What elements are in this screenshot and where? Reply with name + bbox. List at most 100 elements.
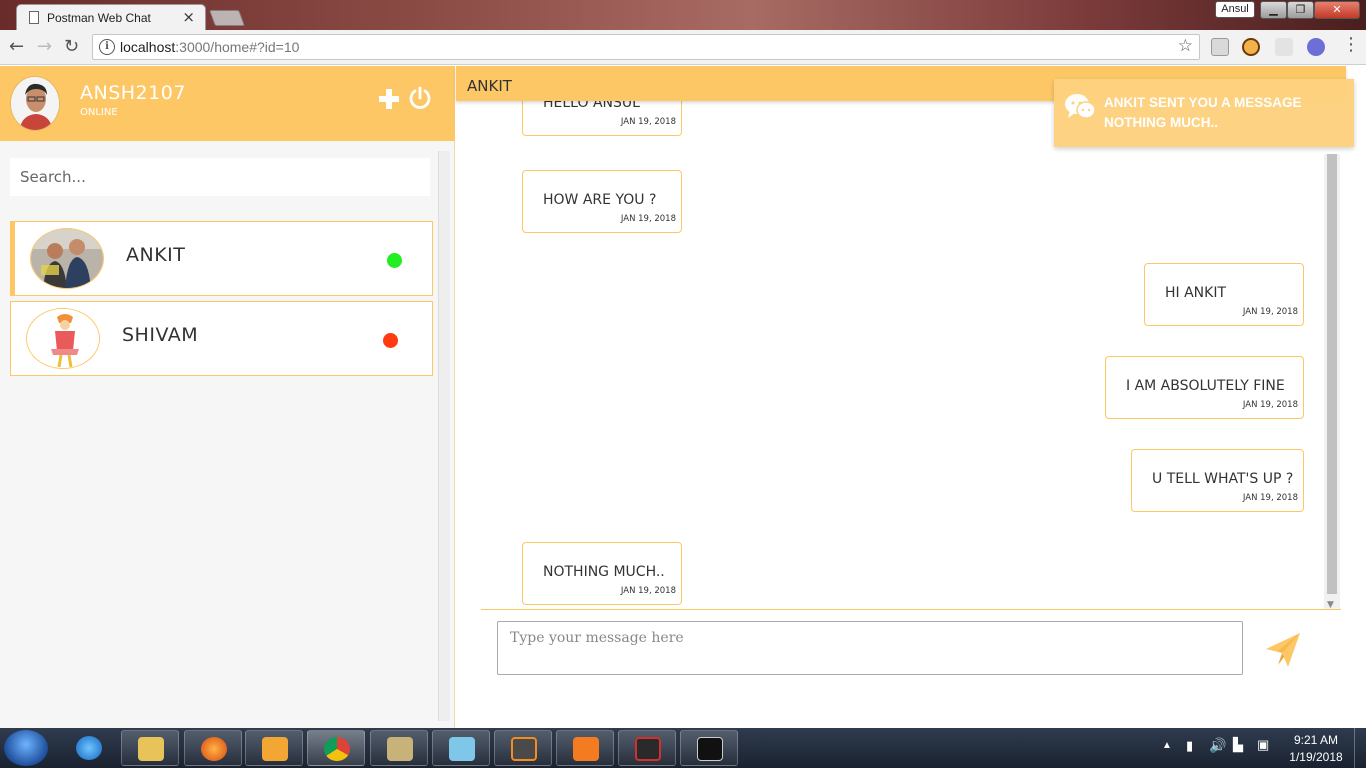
info-icon[interactable]: i: [99, 39, 115, 55]
contact-name: SHIVAM: [122, 324, 199, 346]
message-text: HOW ARE YOU ?: [543, 192, 657, 208]
message-time: JAN 19, 2018: [1242, 493, 1298, 503]
volume-icon[interactable]: 🔊: [1209, 737, 1226, 754]
message-input[interactable]: [497, 621, 1243, 675]
message-bubble-received: NOTHING MUCH.. JAN 19, 2018: [522, 542, 682, 605]
contact-item-ankit[interactable]: ANKIT: [10, 221, 433, 296]
new-tab-button[interactable]: [209, 10, 245, 26]
chat-scrollbar-thumb[interactable]: [1327, 154, 1337, 594]
plus-icon[interactable]: [378, 88, 400, 110]
extension-tray-icon[interactable]: [1211, 38, 1229, 56]
taskbar-chrome[interactable]: [307, 730, 365, 766]
url-path: :3000/home#?id=10: [175, 39, 300, 55]
message-time: JAN 19, 2018: [1242, 400, 1298, 410]
notes-icon: [449, 737, 475, 761]
search-input[interactable]: [10, 158, 430, 196]
message-text: U TELL WHAT'S UP ?: [1152, 471, 1294, 487]
online-status-dot: [387, 253, 402, 268]
message-time: JAN 19, 2018: [1242, 307, 1298, 317]
taskbar-cmd[interactable]: [680, 730, 738, 766]
clock-time[interactable]: 9:21 AM: [1286, 733, 1346, 747]
notification-body: NOTHING MUCH..: [1104, 115, 1218, 130]
profile-username: ANSH2107: [80, 82, 186, 104]
back-arrow-icon[interactable]: ←: [9, 36, 24, 57]
message-time: JAN 19, 2018: [620, 586, 676, 596]
tray-device-icon[interactable]: ▮: [1186, 738, 1193, 754]
network-icon[interactable]: ▙: [1233, 737, 1243, 753]
internet-explorer-icon: [76, 736, 102, 760]
bookmark-star-icon[interactable]: ☆: [1178, 36, 1193, 56]
show-desktop-button[interactable]: [1354, 728, 1366, 768]
chat-panel: ANKIT HELLO ANSUL JAN 19, 2018 HOW ARE Y…: [456, 66, 1366, 728]
media-player-icon: [262, 737, 288, 761]
contact-name: ANKIT: [126, 244, 186, 266]
folder-icon: [138, 737, 164, 761]
profile-status: ONLINE: [80, 107, 118, 118]
message-bubble-sent: I AM ABSOLUTELY FINE JAN 19, 2018: [1105, 356, 1304, 419]
message-text: NOTHING MUCH..: [543, 564, 665, 580]
chat-header-name: ANKIT: [467, 77, 512, 95]
xampp-icon: [573, 737, 599, 761]
message-bubble-sent: U TELL WHAT'S UP ? JAN 19, 2018: [1131, 449, 1304, 512]
profile-header: ANSH2107 ONLINE: [0, 66, 455, 141]
taskbar-media-player[interactable]: [245, 730, 303, 766]
message-notification[interactable]: ANKIT SENT YOU A MESSAGE NOTHING MUCH..: [1054, 79, 1354, 147]
start-button[interactable]: [4, 730, 48, 766]
browser-tab[interactable]: Postman Web Chat ×: [16, 4, 206, 31]
message-text: HI ANKIT: [1165, 285, 1227, 301]
paint-icon: [387, 737, 413, 761]
composer-divider: [481, 609, 1341, 610]
taskbar-acrobat[interactable]: [618, 730, 676, 766]
acrobat-icon: [635, 737, 661, 761]
taskbar-paint[interactable]: [370, 730, 428, 766]
clock-date[interactable]: 1/19/2018: [1286, 750, 1346, 764]
taskbar-xampp[interactable]: [556, 730, 614, 766]
window-maximize-button[interactable]: ❐: [1287, 1, 1314, 19]
window-minimize-button[interactable]: ▁: [1260, 1, 1287, 19]
url-text: localhost:3000/home#?id=10: [120, 39, 299, 55]
sublime-text-icon: [511, 737, 537, 761]
tab-title: Postman Web Chat: [47, 11, 151, 25]
url-host: localhost: [120, 39, 176, 55]
message-time: JAN 19, 2018: [620, 117, 676, 127]
send-icon[interactable]: [1264, 631, 1302, 669]
taskbar-sublime[interactable]: [494, 730, 552, 766]
browser-menu-icon[interactable]: ⋮: [1342, 34, 1360, 55]
taskbar-explorer[interactable]: [121, 730, 179, 766]
reload-icon[interactable]: ↻: [64, 36, 79, 57]
command-prompt-icon: [697, 737, 723, 761]
sidebar-scrollbar[interactable]: [438, 151, 450, 721]
message-list: HELLO ANSUL JAN 19, 2018 HOW ARE YOU ? J…: [481, 101, 1326, 609]
notification-title: ANKIT SENT YOU A MESSAGE: [1104, 95, 1302, 110]
firefox-icon: [201, 737, 227, 761]
profile-avatar[interactable]: [10, 76, 60, 131]
contact-item-shivam[interactable]: SHIVAM: [10, 301, 433, 376]
chat-bubbles-icon: [1065, 94, 1096, 119]
forward-arrow-icon[interactable]: →: [37, 36, 52, 57]
chrome-icon: [324, 737, 350, 761]
offline-status-dot: [383, 333, 398, 348]
power-icon[interactable]: [408, 86, 432, 110]
message-text: I AM ABSOLUTELY FINE: [1126, 378, 1285, 394]
taskbar-firefox[interactable]: [184, 730, 242, 766]
sidebar: ANSH2107 ONLINE ANKIT: [0, 66, 455, 728]
taskbar-notes[interactable]: [432, 730, 490, 766]
tab-close-icon[interactable]: ×: [182, 8, 195, 26]
taskbar-ie[interactable]: [60, 730, 118, 766]
message-time: JAN 19, 2018: [620, 214, 676, 224]
tray-expand-icon[interactable]: ▲: [1162, 740, 1172, 751]
power-status-icon[interactable]: ▣: [1257, 737, 1269, 753]
browser-titlebar: Postman Web Chat × Ansul ▁ ❐ ✕: [0, 0, 1366, 31]
contact-avatar: [30, 228, 104, 289]
address-bar[interactable]: i localhost:3000/home#?id=10 ☆: [92, 34, 1200, 60]
window-close-button[interactable]: ✕: [1314, 1, 1360, 19]
browser-toolbar: ← → ↻ i localhost:3000/home#?id=10 ☆ ⋮: [0, 30, 1366, 65]
window-user-badge[interactable]: Ansul: [1215, 1, 1255, 18]
chat-scrollbar[interactable]: ▼: [1324, 154, 1340, 610]
message-bubble-sent: HI ANKIT JAN 19, 2018: [1144, 263, 1304, 326]
taskbar: ▲ ▮ 🔊 ▙ ▣ 9:21 AM 1/19/2018: [0, 728, 1366, 768]
extension-copy-icon[interactable]: [1275, 38, 1293, 56]
document-icon: [29, 11, 39, 24]
extension-block-icon[interactable]: [1242, 38, 1260, 56]
extension-web-icon[interactable]: [1307, 38, 1325, 56]
